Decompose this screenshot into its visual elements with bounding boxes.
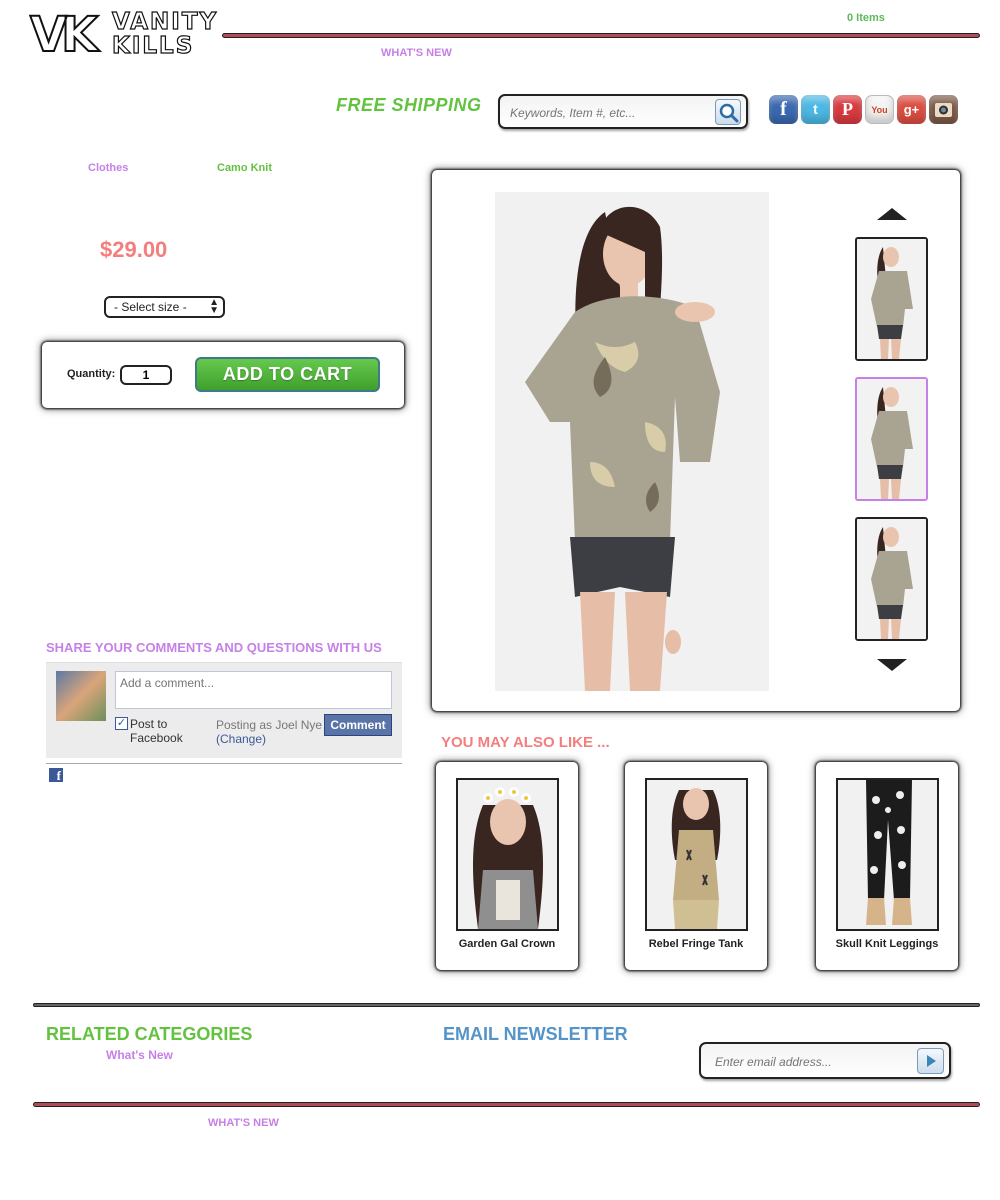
thumbnail-image [857, 519, 926, 639]
product-price: $29.00 [100, 237, 168, 262]
logo-mark: VK [29, 6, 99, 64]
magnifier-icon [719, 103, 739, 123]
vanity-kills-logo[interactable]: VK VANITY KILLS [29, 6, 219, 68]
model-photo-illustration [495, 192, 769, 691]
header-divider [222, 33, 980, 38]
newsletter-form [699, 1042, 951, 1079]
camera-icon [935, 103, 952, 117]
logo-line-1: VANITY [111, 9, 219, 35]
thumbnail-scroll-up-button[interactable] [877, 208, 907, 220]
twitter-icon[interactable]: t [801, 95, 830, 124]
post-to-facebook-checkbox[interactable]: ✓ [115, 717, 128, 730]
newsletter-email-input[interactable] [715, 1054, 905, 1070]
thumbnail-image [857, 239, 926, 359]
thumbnail-1[interactable] [855, 237, 928, 361]
footer-divider [33, 1003, 980, 1007]
related-whats-new-link[interactable]: What's New [106, 1048, 173, 1062]
free-shipping-banner[interactable]: FREE SHIPPING [336, 95, 482, 116]
recommendation-photo [458, 780, 557, 929]
youtube-icon[interactable]: You [865, 95, 894, 124]
recommendation-image[interactable] [645, 778, 748, 931]
size-select[interactable]: - Select size - ▲ ▼ [104, 296, 225, 318]
logo-line-2: KILLS [111, 33, 195, 59]
facebook-small-icon[interactable]: f [49, 768, 63, 783]
pinterest-icon[interactable]: P [833, 95, 862, 124]
recommendation-name[interactable]: Skull Knit Leggings [818, 938, 956, 950]
main-product-image[interactable] [495, 192, 769, 691]
newsletter-submit-button[interactable] [917, 1048, 944, 1074]
recommendation-card[interactable]: Rebel Fringe Tank [627, 764, 765, 968]
thumbnail-2[interactable] [855, 377, 928, 501]
nav-whats-new-link[interactable]: WHAT'S NEW [381, 47, 452, 59]
change-account-link[interactable]: (Change) [216, 732, 266, 746]
post-to-facebook-label: Post to Facebook [130, 717, 183, 745]
logo-wordmark: VANITY KILLS [111, 9, 219, 59]
comments-heading: SHARE YOUR COMMENTS AND QUESTIONS WITH U… [46, 640, 382, 655]
thumbnail-scroll-down-button[interactable] [877, 659, 907, 671]
size-select-value: - Select size - [114, 300, 187, 314]
footer-whats-new-link[interactable]: WHAT'S NEW [208, 1117, 279, 1129]
quantity-label: Quantity: [67, 368, 116, 380]
add-to-cart-button[interactable]: ADD TO CART [195, 357, 380, 392]
facebook-icon[interactable]: f [769, 95, 798, 124]
thumbnail-image [857, 379, 926, 499]
search-input[interactable] [510, 104, 710, 122]
recommendation-photo [838, 780, 937, 929]
search-button[interactable] [715, 99, 741, 125]
comment-button[interactable]: Comment [324, 714, 392, 736]
recommendation-image[interactable] [836, 778, 939, 931]
breadcrumb-product[interactable]: Camo Knit [217, 162, 272, 174]
recommendation-card[interactable]: Garden Gal Crown [438, 764, 576, 968]
newsletter-heading: EMAIL NEWSLETTER [443, 1024, 628, 1044]
google-plus-icon[interactable]: g+ [897, 95, 926, 124]
recommendation-name[interactable]: Rebel Fringe Tank [627, 938, 765, 950]
instagram-icon[interactable] [929, 95, 958, 124]
posting-as-text: Posting as Joel Nye [216, 718, 323, 732]
search-bar [498, 94, 748, 129]
breadcrumb-category[interactable]: Clothes [88, 162, 128, 174]
select-arrows-icon: ▲ ▼ [209, 297, 219, 316]
recommendation-image[interactable] [456, 778, 559, 931]
comment-divider [46, 763, 402, 764]
recommendation-photo [647, 780, 746, 929]
related-categories-heading: RELATED CATEGORIES [46, 1024, 253, 1044]
cart-item-count[interactable]: 0 Items [847, 12, 885, 24]
comment-input[interactable] [115, 671, 392, 709]
quantity-input[interactable] [120, 365, 172, 385]
recommendation-name[interactable]: Garden Gal Crown [438, 938, 576, 950]
recommendations-heading: YOU MAY ALSO LIKE ... [441, 734, 610, 751]
user-avatar [56, 671, 106, 721]
recommendation-card[interactable]: Skull Knit Leggings [818, 764, 956, 968]
thumbnail-3[interactable] [855, 517, 928, 641]
bottom-divider [33, 1102, 980, 1107]
